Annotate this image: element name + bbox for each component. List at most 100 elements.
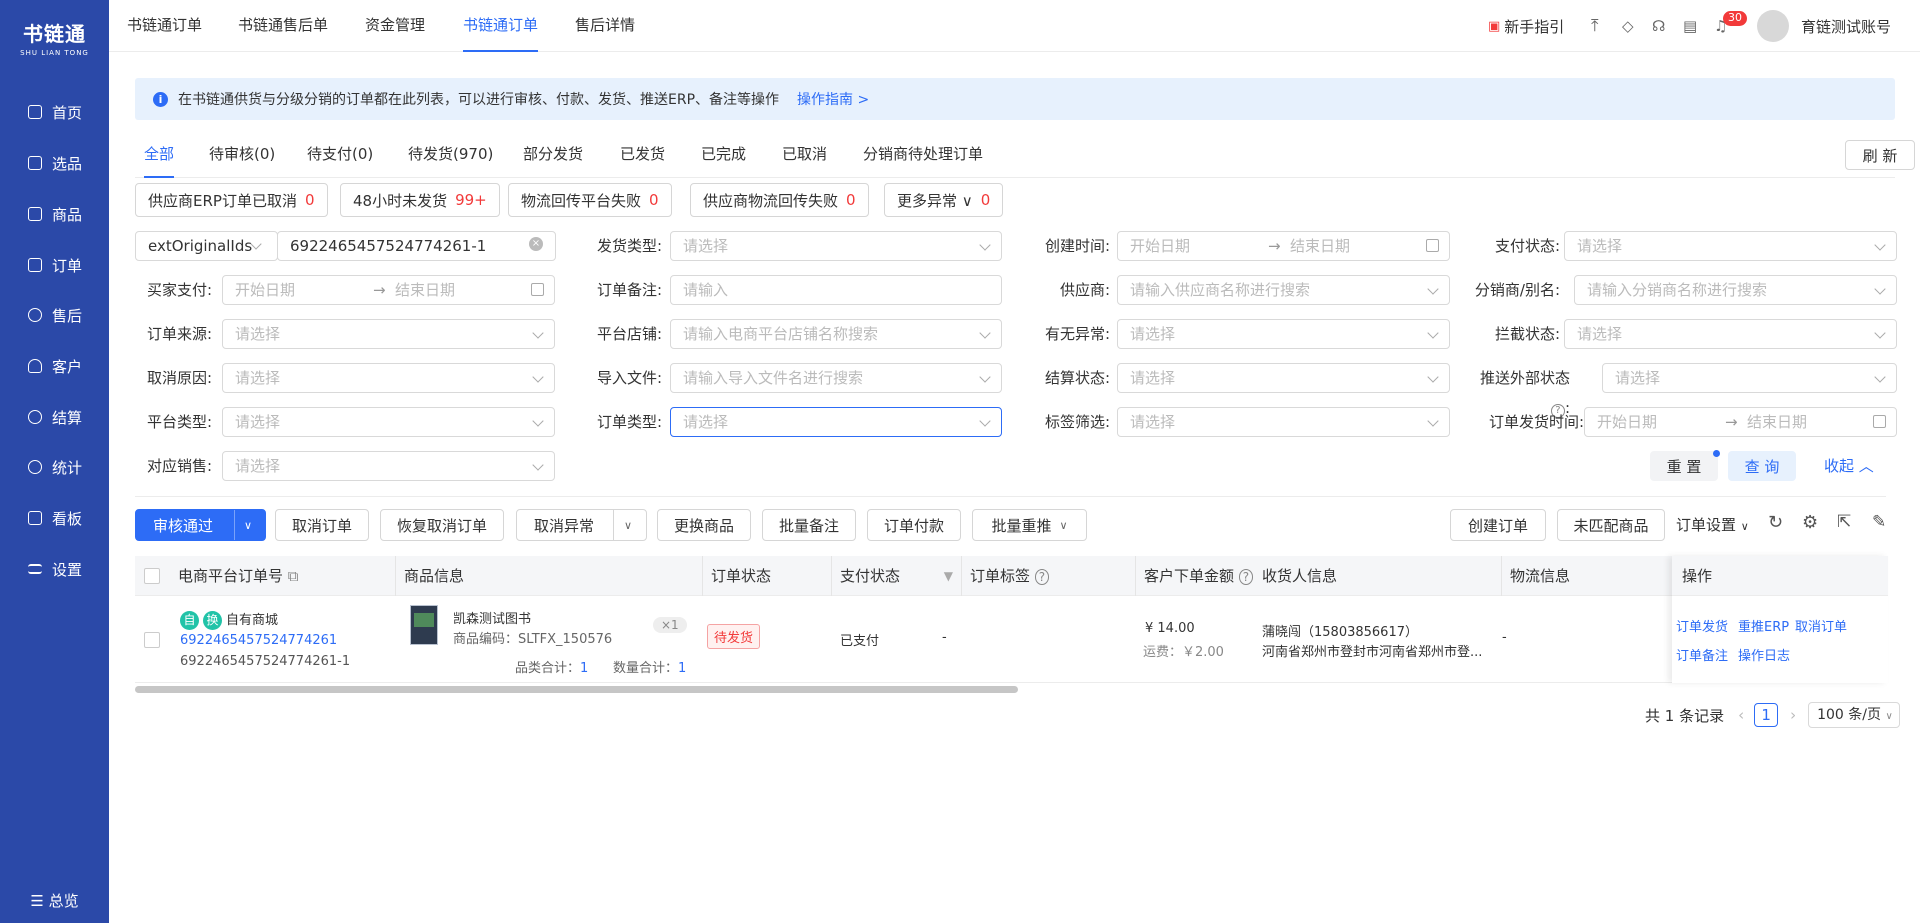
import-file-select[interactable]: 请输入导入文件名进行搜索 [670,363,1002,393]
tab-distributor-pending[interactable]: 分销商待处理订单 [863,130,983,178]
edit-icon[interactable]: ✎ [1872,512,1886,532]
chip-label: 48小时未发货 [353,191,448,210]
replace-product-button[interactable]: 更换商品 [657,509,751,541]
supplier-select[interactable]: 请输入供应商名称进行搜索 [1117,275,1450,305]
distributor-select[interactable]: 请输入分销商名称进行搜索 [1574,275,1897,305]
export-icon[interactable]: ⇱ [1837,512,1851,532]
order-pay-button[interactable]: 订单付款 [867,509,961,541]
push-status-select[interactable]: 请选择 [1602,363,1897,393]
topnav-item-active[interactable]: 书链通订单 [463,0,539,52]
order-number-link[interactable]: 6922465457524774261 [180,633,337,648]
tag-filter-select[interactable]: 请选择 [1117,407,1450,437]
bell-icon[interactable]: ♫ 30 [1714,0,1747,52]
tab-completed[interactable]: 已完成 [701,130,746,178]
sidebar-item-orders[interactable]: 订单 [0,245,109,285]
platform-shop-select[interactable]: 请输入电商平台店铺名称搜索 [670,319,1002,349]
topnav-item[interactable]: 书链通售后单 [238,0,328,52]
ship-order-link[interactable]: 订单发货 [1676,616,1728,635]
page-size-select[interactable]: 100 条/页 ∨ [1808,702,1900,728]
ship-time-range[interactable]: 开始日期 → 结束日期 [1584,407,1897,437]
repush-erp-link[interactable]: 重推ERP [1738,616,1789,635]
sidebar-item-selection[interactable]: 选品 [0,143,109,183]
guide-link[interactable]: ▣ 新手指引 [1488,0,1564,52]
filter-icon[interactable]: ▼ [944,556,953,596]
more-exceptions-chip[interactable]: 更多异常 ∨ 0 [884,183,1004,217]
topnav-item[interactable]: 资金管理 [365,0,425,52]
clear-icon[interactable]: × [529,237,543,251]
tab-pending-review[interactable]: 待审核(0) [209,130,275,178]
create-time-range[interactable]: 开始日期 → 结束日期 [1117,231,1450,261]
cancel-reason-select[interactable]: 请选择 [222,363,555,393]
order-settings-dropdown[interactable]: 订单设置 ∨ [1676,509,1749,541]
order-remark-link[interactable]: 订单备注 [1676,645,1728,664]
pay-status-select[interactable]: 请选择 [1564,231,1897,261]
tab-pending-shipment[interactable]: 待发货(970) [408,130,493,178]
headset-icon[interactable]: ☊ [1652,0,1665,52]
sales-select[interactable]: 请选择 [222,451,555,481]
batch-remark-button[interactable]: 批量备注 [762,509,856,541]
order-source-select[interactable]: 请选择 [222,319,555,349]
exception-chip[interactable]: 供应商物流回传失败 0 [690,183,869,217]
sidebar-item-aftersale[interactable]: 售后 [0,295,109,335]
account-menu[interactable]: 育链测试账号 [1757,0,1891,52]
order-type-select[interactable]: 请选择 [670,407,1002,437]
ship-type-select[interactable]: 请选择 [670,231,1002,261]
tab-all[interactable]: 全部 [144,130,175,178]
gear-icon[interactable]: ⚙ [1802,512,1818,533]
upload-icon[interactable]: ⤒ [1591,0,1599,52]
sidebar-item-settings[interactable]: 设置 [0,549,109,589]
search-value-input[interactable]: 6922465457524774261-1 [277,231,556,261]
ship-time-label: 订单发货时间: [1488,413,1584,431]
topnav-item[interactable]: 售后详情 [575,0,635,52]
batch-repush-button[interactable]: 批量重推 ∨ [972,509,1087,541]
exception-chip[interactable]: 48小时未发货 99+ [340,183,500,217]
topnav-item[interactable]: 书链通订单 [127,0,202,52]
row-checkbox[interactable] [144,632,160,648]
sidebar-item-statistics[interactable]: 统计 [0,447,109,487]
approve-button[interactable]: 审核通过 ∨ [135,509,266,541]
settle-status-select[interactable]: 请选择 [1117,363,1450,393]
copy-icon[interactable]: ⧉ [288,567,299,585]
unmatched-products-button[interactable]: 未匹配商品 [1557,509,1665,541]
next-page-icon[interactable]: › [1790,706,1796,724]
intercept-status-select[interactable]: 请选择 [1564,319,1897,349]
tab-pending-payment[interactable]: 待支付(0) [307,130,373,178]
help-icon[interactable]: ? [1034,569,1050,585]
refresh-button[interactable]: 刷 新 [1845,140,1915,170]
restore-cancel-button[interactable]: 恢复取消订单 [380,509,504,541]
cancel-exception-button[interactable]: 取消异常 ∨ [516,509,647,541]
sidebar-item-dashboard[interactable]: 看板 [0,498,109,538]
exception-chip[interactable]: 供应商ERP订单已取消 0 [135,183,328,217]
sidebar-item-customers[interactable]: 客户 [0,346,109,386]
tab-partial-shipment[interactable]: 部分发货 [523,130,583,178]
refresh-icon[interactable]: ↻ [1768,512,1783,533]
platform-type-select[interactable]: 请选择 [222,407,555,437]
tab-cancelled[interactable]: 已取消 [782,130,827,178]
tag-icon[interactable]: ◇ [1622,0,1634,52]
chevron-down-icon [1874,327,1886,339]
prev-page-icon[interactable]: ‹ [1738,706,1744,724]
operation-log-link[interactable]: 操作日志 [1738,645,1790,664]
cancel-order-link[interactable]: 取消订单 [1795,616,1847,635]
page-number[interactable]: 1 [1754,703,1779,727]
reset-button[interactable]: 重 置 [1650,451,1718,481]
tab-shipped[interactable]: 已发货 [620,130,665,178]
sidebar-item-products[interactable]: 商品 [0,194,109,234]
order-remark-input[interactable]: 请输入 [670,275,1002,305]
select-all-checkbox[interactable] [144,568,160,584]
query-button[interactable]: 查 询 [1728,451,1796,481]
buyer-pay-range[interactable]: 开始日期 → 结束日期 [222,275,555,305]
sidebar-item-settlement[interactable]: 结算 [0,397,109,437]
has-exception-select[interactable]: 请选择 [1117,319,1450,349]
sidebar-item-home[interactable]: 首页 [0,92,109,132]
cancel-order-button[interactable]: 取消订单 [275,509,369,541]
create-order-button[interactable]: 创建订单 [1450,509,1546,541]
horizontal-scrollbar[interactable] [135,686,1018,693]
exception-chip[interactable]: 物流回传平台失败 0 [508,183,672,217]
collapse-toggle[interactable]: 收起 ︿ [1824,451,1874,481]
overview-button[interactable]: ☰ 总览 [0,890,109,911]
guide-link[interactable]: 操作指南 > [797,89,869,109]
help-icon[interactable]: ? [1238,569,1254,585]
product-thumbnail[interactable] [410,605,438,645]
document-icon[interactable]: ▤ [1683,0,1697,52]
